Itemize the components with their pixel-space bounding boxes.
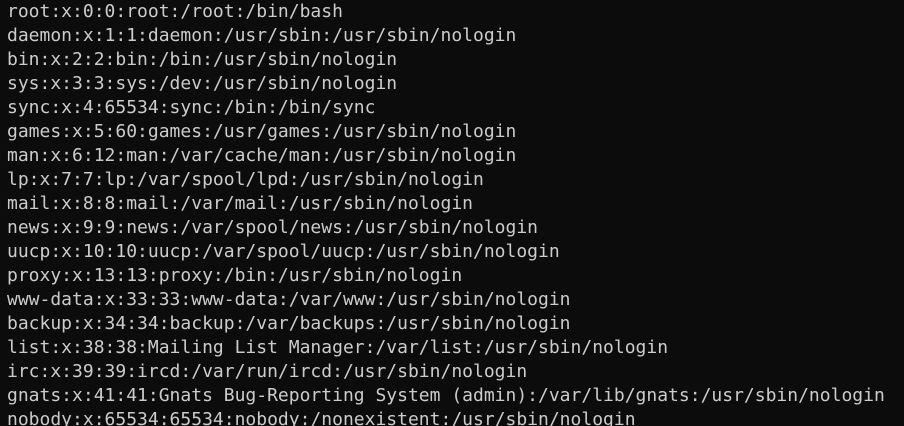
terminal-line: root:x:0:0:root:/root:/bin/bash bbox=[7, 1, 343, 22]
terminal-window[interactable]: root:x:0:0:root:/root:/bin/bash daemon:x… bbox=[0, 0, 904, 426]
terminal-line: nobody:x:65534:65534:nobody:/nonexistent… bbox=[7, 409, 636, 426]
terminal-line: man:x:6:12:man:/var/cache/man:/usr/sbin/… bbox=[7, 145, 517, 166]
terminal-line: news:x:9:9:news:/var/spool/news:/usr/sbi… bbox=[7, 217, 539, 238]
terminal-line: sys:x:3:3:sys:/dev:/usr/sbin/nologin bbox=[7, 73, 398, 94]
terminal-line: backup:x:34:34:backup:/var/backups:/usr/… bbox=[7, 313, 571, 334]
terminal-line: uucp:x:10:10:uucp:/var/spool/uucp:/usr/s… bbox=[7, 241, 560, 262]
terminal-line: daemon:x:1:1:daemon:/usr/sbin:/usr/sbin/… bbox=[7, 25, 517, 46]
terminal-line: irc:x:39:39:ircd:/var/run/ircd:/usr/sbin… bbox=[7, 361, 528, 382]
terminal-line: list:x:38:38:Mailing List Manager:/var/l… bbox=[7, 337, 669, 358]
terminal-line: proxy:x:13:13:proxy:/bin:/usr/sbin/nolog… bbox=[7, 265, 463, 286]
terminal-line: sync:x:4:65534:sync:/bin:/bin/sync bbox=[7, 97, 376, 118]
terminal-line: mail:x:8:8:mail:/var/mail:/usr/sbin/nolo… bbox=[7, 193, 473, 214]
terminal-line: games:x:5:60:games:/usr/games:/usr/sbin/… bbox=[7, 121, 517, 142]
terminal-line: bin:x:2:2:bin:/bin:/usr/sbin/nologin bbox=[7, 49, 398, 70]
terminal-line: lp:x:7:7:lp:/var/spool/lpd:/usr/sbin/nol… bbox=[7, 169, 484, 190]
terminal-line: www-data:x:33:33:www-data:/var/www:/usr/… bbox=[7, 289, 571, 310]
terminal-line: gnats:x:41:41:Gnats Bug-Reporting System… bbox=[7, 385, 885, 406]
terminal-output: root:x:0:0:root:/root:/bin/bash daemon:x… bbox=[7, 0, 885, 426]
